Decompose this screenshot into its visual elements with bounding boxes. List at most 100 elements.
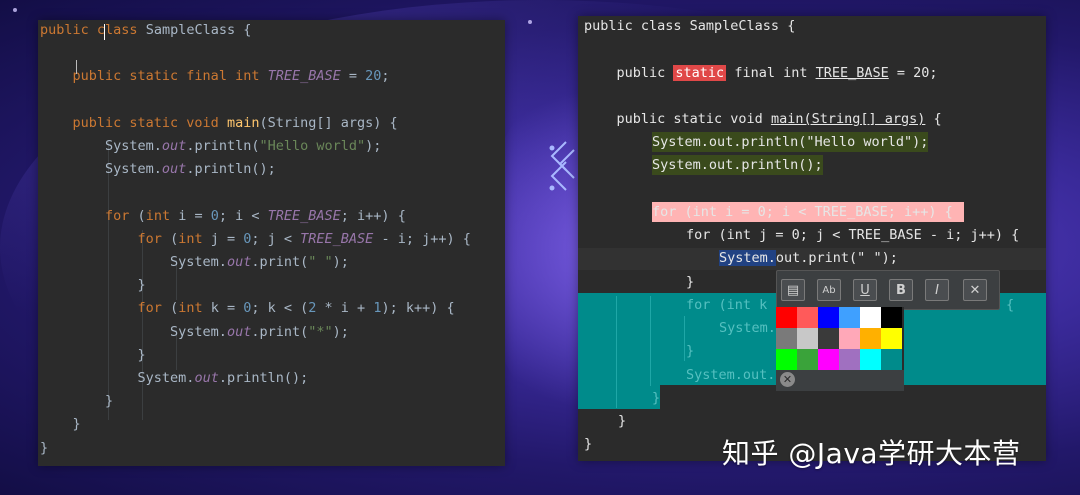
code-token: main [226,114,260,131]
code-token: ; k < ( [251,300,309,317]
code-token: " " [308,254,333,270]
code-line: } [40,438,505,458]
code-token: out [226,254,252,270]
code-token: System. [40,370,195,386]
color-swatch[interactable] [776,349,797,370]
code-token: } [40,346,146,363]
format-toolbar: ▤ Ab U B I ✕ [776,270,1000,310]
code-token: out [226,323,252,340]
code-token: "*" [308,323,333,340]
color-swatch[interactable] [881,328,902,349]
decorative-chevron-icon [549,141,575,191]
code-token: - i; j++) { [373,230,471,247]
code-token: for [137,300,162,317]
color-swatch[interactable] [860,328,881,349]
code-token: * i + [316,300,374,317]
code-token: ; j < [251,230,301,247]
color-swatch[interactable] [881,307,902,328]
code-token: out [161,138,187,154]
code-token: out [194,370,219,386]
code-token: public [40,22,89,38]
color-swatch[interactable] [839,307,860,328]
paste-icon[interactable]: ▤ [781,279,805,301]
code-line-green-highlight: System.out.println("Hello world"); [652,132,929,152]
code-line: System.out.println(); [40,368,505,388]
code-line: public static final int TREE_BASE = 20; [40,66,505,86]
code-line: } [652,390,661,406]
code-token: out [161,161,187,178]
code-line: System.out.print("*"); [40,322,505,342]
bold-icon[interactable]: B [889,279,913,301]
text-caret [104,24,105,40]
color-swatch[interactable] [881,349,902,370]
code-line: } [686,343,695,359]
code-line: } [40,275,505,295]
color-swatch[interactable] [797,349,818,370]
italic-icon[interactable]: I [925,279,949,301]
code-token: TREE_BASE [267,207,341,224]
code-line: for (int j = 0; j < TREE_BASE - i; j++) … [686,227,1020,243]
code-line: public static void main(String[] args) { [584,111,942,127]
code-line: System.out.print(" "); [719,250,898,266]
code-editor-right[interactable]: public class SampleClass { public static… [578,16,1046,461]
underline-icon[interactable]: U [853,279,877,301]
color-swatch[interactable] [818,349,839,370]
mouse-ibeam-cursor [76,60,77,74]
code-line: public static final int TREE_BASE = 20; [584,65,938,81]
code-line: System. [719,320,776,336]
code-token: = [340,68,366,85]
color-swatch[interactable] [839,349,860,370]
code-token: System. [40,323,227,340]
code-token: j = [202,230,244,247]
code-line: for (int k [686,297,768,313]
color-swatch[interactable] [776,307,797,328]
code-line: for (int k = 0; k < (2 * i + 1); k++) { [40,298,505,318]
code-token: System. [40,138,162,154]
color-swatch[interactable] [839,328,860,349]
color-swatch[interactable] [860,307,881,328]
color-swatch[interactable] [860,349,881,370]
code-token: i = [170,207,211,224]
color-swatch[interactable] [776,328,797,349]
code-line: public class SampleClass { [40,20,505,40]
code-token: ( [161,300,179,317]
code-token: public static void [72,114,219,131]
code-token: ; [381,68,390,85]
code-line-pink-highlight: for (int i = 0; i < TREE_BASE; i++) { [652,202,964,222]
code-editor-left[interactable]: public class SampleClass { public static… [38,20,505,466]
code-token: for [105,207,130,224]
abbreviate-icon[interactable]: Ab [817,279,841,301]
color-swatch[interactable] [818,328,839,349]
code-line: public static void main(String[] args) { [40,113,505,133]
code-token: } [40,439,49,456]
color-swatch[interactable] [818,307,839,328]
code-token: 0 [210,207,219,224]
code-token: ; i < [218,207,268,224]
color-swatch[interactable] [797,328,818,349]
watermark-text: 知乎 @Java学研大本营 [722,437,1021,470]
code-line: for (int j = 0; j < TREE_BASE - i; j++) … [40,229,505,249]
code-token: } [40,416,81,433]
code-token: 20 [365,68,382,85]
code-token: int [178,230,203,247]
indent-guide [650,296,651,386]
clear-color-icon[interactable]: ✕ [780,372,795,387]
background-dot [528,20,532,24]
static-highlight: static [673,65,727,81]
code-token: .print( [251,254,309,270]
code-token: ( [129,207,146,224]
code-line-green-highlight: System.out.println(); [652,155,823,175]
code-token: public static final int [72,68,260,85]
code-token: ); k++) { [381,300,455,317]
color-swatch[interactable] [797,307,818,328]
code-line: System.out.println("Hello world"); [40,136,505,156]
code-token: .println(); [186,161,276,178]
code-token: ; i++) { [340,207,406,224]
code-line: } [618,413,627,429]
code-line: } [40,391,505,411]
close-icon[interactable]: ✕ [963,279,987,301]
